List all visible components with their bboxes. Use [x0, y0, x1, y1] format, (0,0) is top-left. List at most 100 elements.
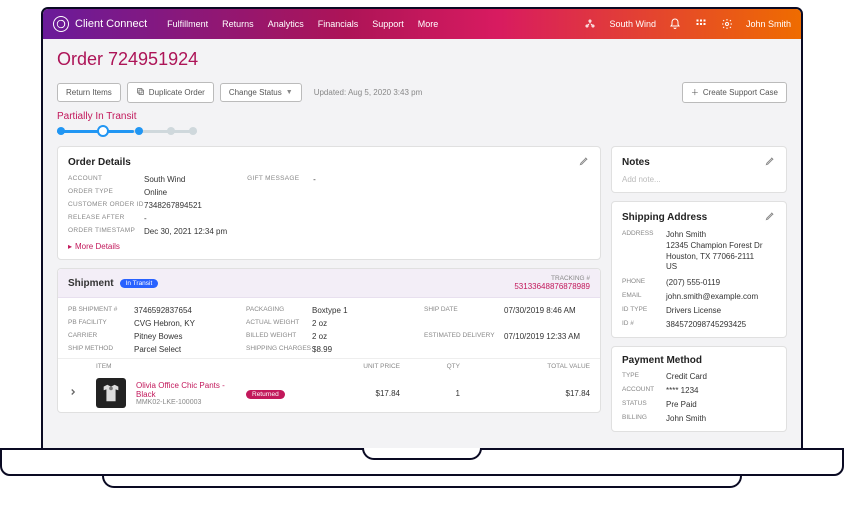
order-details-heading: Order Details: [68, 157, 131, 168]
id-num-value: 384572098745293425: [666, 320, 776, 329]
nav-link-support[interactable]: Support: [372, 19, 404, 29]
shipment-card: Shipment In Transit TRACKING # 531336488…: [57, 268, 601, 413]
more-details-link[interactable]: ▸ More Details: [68, 242, 590, 251]
pb-facility-value: CVG Hebron, KY: [134, 319, 234, 328]
screen: Client Connect Fulfillment Returns Analy…: [42, 8, 802, 448]
order-details-card: Order Details ACCOUNT South Wind ORDER TY…: [57, 146, 601, 260]
updated-text: Updated: Aug 5, 2020 3:43 pm: [314, 88, 423, 97]
order-timestamp-label: ORDER TIMESTAMP: [68, 227, 138, 236]
ship-method-value: Parcel Select: [134, 345, 234, 354]
pb-facility-label: PB FACILITY: [68, 319, 134, 328]
nav-links: Fulfillment Returns Analytics Financials…: [167, 19, 438, 29]
gear-icon[interactable]: [720, 17, 734, 31]
carrier-value: Pitney Bowes: [134, 332, 234, 341]
line-qty: 1: [400, 389, 460, 398]
page-title: Order 724951924: [57, 49, 787, 70]
user-name[interactable]: John Smith: [746, 19, 791, 29]
est-delivery-value: 07/10/2019 12:33 AM: [504, 332, 590, 354]
expand-row-button[interactable]: [68, 387, 96, 399]
pb-shipment-value: 3746592837654: [134, 306, 234, 315]
addr-city: Houston, TX 77066-2111: [666, 252, 776, 263]
tracking-label: TRACKING #: [514, 275, 590, 282]
product-name[interactable]: Olivia Office Chic Pants - Black: [136, 381, 246, 399]
nav-link-analytics[interactable]: Analytics: [268, 19, 304, 29]
page-body: Order 724951924 Return Items Duplicate O…: [43, 39, 801, 448]
pay-status-label: STATUS: [622, 400, 662, 409]
tracking-number[interactable]: 53133648876878989: [514, 282, 590, 291]
brand[interactable]: Client Connect: [53, 16, 147, 32]
account-label: ACCOUNT: [68, 175, 138, 184]
top-nav: Client Connect Fulfillment Returns Analy…: [43, 9, 801, 39]
notes-input[interactable]: Add note...: [622, 175, 776, 184]
payment-method-card: Payment Method TYPECredit Card ACCOUNT**…: [611, 346, 787, 432]
nav-link-returns[interactable]: Returns: [222, 19, 254, 29]
phone-value: (207) 555-0119: [666, 278, 776, 287]
email-label: EMAIL: [622, 292, 662, 301]
est-delivery-label: ESTIMATED DELIVERY: [424, 332, 504, 354]
copy-icon: [136, 87, 145, 98]
nav-link-financials[interactable]: Financials: [318, 19, 359, 29]
line-status-pill: Returned: [246, 390, 285, 399]
ship-method-label: SHIP METHOD: [68, 345, 134, 354]
org-name[interactable]: South Wind: [609, 19, 656, 29]
nav-right: South Wind John Smith: [583, 17, 791, 31]
col-unit-price: UNIT PRICE: [330, 363, 400, 370]
edit-order-details-button[interactable]: [579, 155, 590, 169]
pay-billing-value: John Smith: [666, 414, 776, 423]
pay-billing-label: BILLING: [622, 414, 662, 423]
account-value: South Wind: [144, 175, 227, 184]
return-items-button[interactable]: Return Items: [57, 83, 121, 102]
pay-type-value: Credit Card: [666, 372, 776, 381]
apps-icon[interactable]: [694, 17, 708, 31]
more-details-label: More Details: [75, 242, 120, 251]
bell-icon[interactable]: [668, 17, 682, 31]
change-status-label: Change Status: [229, 88, 282, 97]
line-unit-price: $17.84: [330, 389, 400, 398]
billed-weight-label: BILLED WEIGHT: [246, 332, 312, 341]
caret-right-icon: ▸: [68, 242, 72, 251]
nav-link-more[interactable]: More: [418, 19, 439, 29]
payment-heading: Payment Method: [622, 355, 702, 366]
action-row: Return Items Duplicate Order Change Stat…: [57, 82, 787, 103]
notes-heading: Notes: [622, 157, 650, 168]
edit-notes-button[interactable]: [765, 155, 776, 169]
customer-order-id-label: CUSTOMER ORDER ID: [68, 201, 138, 210]
line-total: $17.84: [520, 389, 590, 398]
release-after-value: -: [144, 214, 227, 223]
addr-country: US: [666, 262, 776, 273]
packaging-value: Boxtype 1: [312, 306, 412, 315]
order-timestamp-value: Dec 30, 2021 12:34 pm: [144, 227, 227, 236]
notes-card: Notes Add note...: [611, 146, 787, 193]
edit-shipping-button[interactable]: [765, 210, 776, 224]
progress-bar: [57, 126, 197, 136]
duplicate-order-button[interactable]: Duplicate Order: [127, 82, 214, 103]
duplicate-order-label: Duplicate Order: [149, 88, 205, 97]
change-status-button[interactable]: Change Status ▼: [220, 83, 302, 102]
product-thumbnail: [96, 378, 126, 408]
order-type-label: ORDER TYPE: [68, 188, 138, 197]
col-qty: QTY: [400, 363, 460, 370]
address-value: John Smith 12345 Champion Forest Dr Hous…: [666, 230, 776, 273]
col-item: ITEM: [96, 363, 246, 370]
shipment-status-badge: In Transit: [120, 279, 159, 288]
carrier-label: CARRIER: [68, 332, 134, 341]
addr-street: 12345 Champion Forest Dr: [666, 241, 776, 252]
pay-account-label: ACCOUNT: [622, 386, 662, 395]
shipping-charges-label: SHIPPING CHARGES: [246, 345, 312, 354]
id-type-label: ID TYPE: [622, 306, 662, 315]
org-icon: [583, 17, 597, 31]
pay-account-value: **** 1234: [666, 386, 776, 395]
billed-weight-value: 2 oz: [312, 332, 412, 341]
release-after-label: RELEASE AFTER: [68, 214, 138, 223]
ship-date-value: 07/30/2019 8:46 AM: [504, 306, 590, 328]
line-item-row: Olivia Office Chic Pants - Black MMK02-L…: [58, 374, 600, 412]
status-label: Partially In Transit: [57, 111, 787, 122]
nav-link-fulfillment[interactable]: Fulfillment: [167, 19, 208, 29]
col-total: TOTAL VALUE: [520, 363, 590, 370]
brand-logo-icon: [53, 16, 69, 32]
create-support-case-label: Create Support Case: [703, 88, 778, 97]
phone-label: PHONE: [622, 278, 662, 287]
create-support-case-button[interactable]: ＋ Create Support Case: [682, 82, 787, 103]
laptop-frame: Client Connect Fulfillment Returns Analy…: [0, 8, 844, 500]
chevron-down-icon: ▼: [286, 89, 293, 96]
